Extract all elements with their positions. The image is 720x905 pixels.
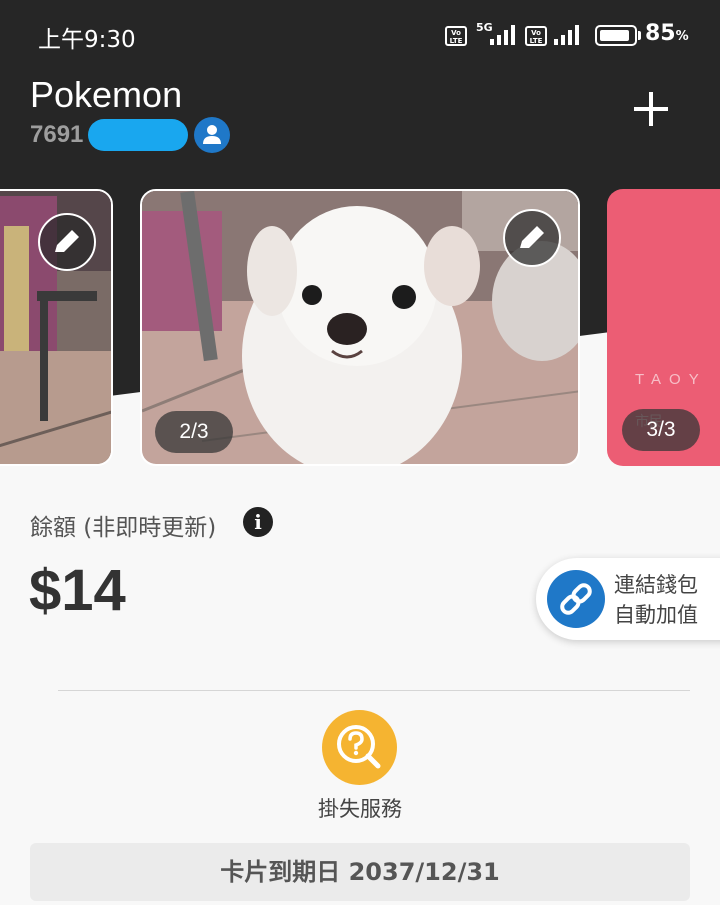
battery-percent: 85% bbox=[645, 21, 689, 46]
pencil-icon bbox=[520, 226, 544, 248]
user-icon bbox=[194, 117, 230, 153]
card-brand-text: TAOY bbox=[635, 371, 707, 388]
card-expiry: 卡片到期日 2037/12/31 bbox=[30, 843, 690, 901]
pencil-icon bbox=[55, 230, 79, 252]
link-wallet-line2: 自動加值 bbox=[614, 603, 698, 627]
redaction-mark bbox=[88, 119, 188, 151]
volte-icon: Vo LTE bbox=[445, 26, 467, 46]
edit-card-button[interactable] bbox=[38, 213, 96, 271]
card-number: 7691 bbox=[30, 121, 84, 148]
link-wallet-line1: 連結錢包 bbox=[614, 573, 698, 597]
divider bbox=[58, 690, 690, 691]
battery-level bbox=[600, 30, 629, 41]
battery-icon bbox=[595, 25, 637, 46]
link-wallet-label: 連結錢包 自動加值 bbox=[614, 570, 698, 630]
page-indicator: 2/3 bbox=[155, 411, 233, 453]
lost-service-button[interactable] bbox=[322, 710, 397, 785]
lost-service-label: 掛失服務 bbox=[318, 797, 402, 821]
signal-icon-2 bbox=[554, 25, 579, 45]
status-bar: 上午9:30 Vo LTE 5G Vo LTE 85% bbox=[0, 0, 720, 70]
question-search-icon bbox=[337, 725, 381, 769]
signal-icon bbox=[490, 25, 515, 45]
plus-icon bbox=[634, 92, 668, 126]
status-time: 上午9:30 bbox=[38, 27, 136, 53]
battery-tip bbox=[638, 31, 641, 40]
info-icon[interactable]: i bbox=[243, 507, 273, 537]
edit-card-button-2[interactable] bbox=[503, 209, 561, 267]
volte-icon-2: Vo LTE bbox=[525, 26, 547, 46]
link-wallet-button[interactable]: 連結錢包 自動加值 bbox=[536, 558, 720, 640]
link-icon bbox=[547, 570, 605, 628]
card-slide-3[interactable]: TAOY 市民 3/3 bbox=[607, 189, 720, 466]
card-slide-2[interactable]: 2/3 bbox=[140, 189, 580, 466]
balance-label: 餘額 (非即時更新) bbox=[30, 515, 217, 541]
balance-amount: $14 bbox=[29, 558, 126, 623]
page-indicator-3: 3/3 bbox=[622, 409, 700, 451]
card-title: Pokemon bbox=[30, 74, 183, 115]
add-card-button[interactable] bbox=[626, 84, 676, 134]
card-slide-1[interactable] bbox=[0, 189, 113, 466]
